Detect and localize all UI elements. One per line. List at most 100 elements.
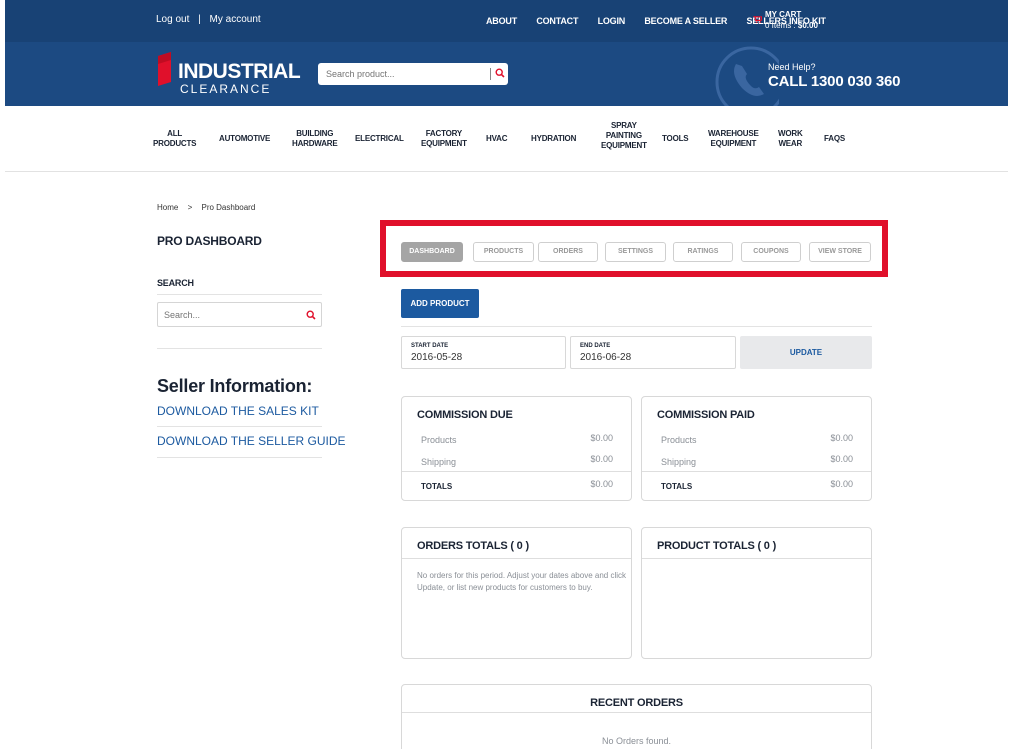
- logo-text-line2: CLEARANCE: [180, 82, 272, 96]
- category-electrical[interactable]: ELECTRICAL: [355, 134, 404, 144]
- category-factory-equipment[interactable]: FACTORY EQUIPMENT: [421, 129, 467, 149]
- category-work-wear[interactable]: WORK WEAR: [778, 129, 803, 149]
- site-logo[interactable]: INDUSTRIAL CLEARANCE: [158, 50, 301, 96]
- sidebar-search: [157, 302, 322, 327]
- top-nav-contact[interactable]: CONTACT: [536, 16, 578, 26]
- top-bar: Log out | My account ABOUT CONTACT LOGIN…: [5, 0, 1008, 42]
- sidebar-search-icon[interactable]: [306, 310, 316, 320]
- product-totals-title: PRODUCT TOTALS ( 0 ): [657, 540, 777, 552]
- top-nav-about[interactable]: ABOUT: [486, 16, 517, 26]
- cart-icon: [753, 16, 762, 23]
- end-date-value: 2016-06-28: [580, 352, 632, 363]
- commission-paid-card: COMMISSION PAID Products $0.00 Shipping …: [641, 396, 872, 501]
- breadcrumb-current: Pro Dashboard: [201, 203, 256, 212]
- start-date-field[interactable]: START DATE 2016-05-28: [401, 336, 566, 369]
- orders-totals-card: ORDERS TOTALS ( 0 ) No orders for this p…: [401, 527, 632, 659]
- recent-orders-empty: No Orders found.: [601, 736, 672, 746]
- category-hydration[interactable]: HYDRATION: [531, 134, 576, 144]
- recent-orders-card: RECENT ORDERS No Orders found.: [401, 684, 872, 749]
- commission-paid-totals-value: $0.00: [830, 479, 853, 489]
- recent-orders-divider: [402, 712, 871, 713]
- logo-mark-icon: [158, 52, 171, 86]
- orders-totals-title: ORDERS TOTALS ( 0 ): [417, 540, 529, 552]
- product-totals-card: PRODUCT TOTALS ( 0 ): [641, 527, 872, 659]
- category-warehouse-equipment[interactable]: WAREHOUSE EQUIPMENT: [708, 129, 759, 149]
- seller-info-title: Seller Information:: [157, 376, 313, 396]
- cart-summary: 0 Items : $0.00: [765, 20, 818, 31]
- top-nav-login[interactable]: LOGIN: [598, 16, 626, 26]
- breadcrumb: Home > Pro Dashboard: [157, 203, 255, 212]
- actions-divider: [401, 326, 872, 327]
- download-seller-guide-link[interactable]: DOWNLOAD THE SELLER GUIDE: [157, 434, 345, 448]
- product-totals-divider: [642, 558, 871, 559]
- update-button[interactable]: UPDATE: [740, 336, 872, 369]
- sidebar-divider: [157, 457, 322, 458]
- cart-title: MY CART: [765, 10, 802, 19]
- sidebar-divider: [157, 294, 322, 295]
- commission-due-totals-value: $0.00: [590, 479, 613, 489]
- category-all-products[interactable]: ALL PRODUCTS: [153, 129, 196, 149]
- start-date-value: 2016-05-28: [411, 352, 463, 363]
- page-title: PRO DASHBOARD: [157, 234, 262, 248]
- commission-paid-shipping-value: $0.00: [830, 454, 853, 464]
- category-faqs[interactable]: FAQS: [824, 134, 845, 144]
- commission-paid-shipping-label: Shipping: [661, 457, 697, 467]
- category-hvac[interactable]: HVAC: [486, 134, 507, 144]
- search-divider: [490, 68, 491, 80]
- commission-due-title: COMMISSION DUE: [417, 409, 513, 421]
- category-building-hardware[interactable]: BUILDING HARDWARE: [292, 129, 338, 149]
- commission-paid-products-label: Products: [661, 435, 697, 445]
- commission-paid-title: COMMISSION PAID: [657, 409, 755, 421]
- orders-totals-divider: [402, 558, 631, 559]
- end-date-field[interactable]: END DATE 2016-06-28: [570, 336, 736, 369]
- tab-settings[interactable]: SETTINGS: [605, 242, 666, 262]
- category-spray-painting-equipment[interactable]: SPRAY PAINTING EQUIPMENT: [601, 121, 647, 151]
- account-separator: |: [198, 14, 201, 25]
- sidebar-search-input[interactable]: [158, 303, 298, 326]
- orders-empty-message: No orders for this period. Adjust your d…: [417, 571, 626, 592]
- commission-paid-products-value: $0.00: [830, 433, 853, 443]
- cart-widget[interactable]: MY CART 0 Items : $0.00: [753, 9, 818, 31]
- download-sales-kit-link[interactable]: DOWNLOAD THE SALES KIT: [157, 404, 319, 418]
- tab-products[interactable]: PRODUCTS: [473, 242, 534, 262]
- commission-due-products-label: Products: [421, 435, 457, 445]
- help-phone[interactable]: CALL 1300 030 360: [768, 73, 900, 90]
- site-header: INDUSTRIAL CLEARANCE Need Help? CALL 130…: [5, 42, 1008, 106]
- tab-coupons[interactable]: COUPONS: [741, 242, 801, 262]
- cart-items: 0 Items :: [765, 21, 798, 30]
- help-contact: Need Help? CALL 1300 030 360: [768, 62, 900, 90]
- recent-orders-title: RECENT ORDERS: [590, 697, 683, 709]
- my-account-link[interactable]: My account: [210, 14, 261, 25]
- commission-due-card: COMMISSION DUE Products $0.00 Shipping $…: [401, 396, 632, 501]
- commission-due-shipping-label: Shipping: [421, 457, 457, 467]
- category-nav: ALL PRODUCTS AUTOMOTIVE BUILDING HARDWARE …: [5, 106, 1008, 172]
- sidebar-divider: [157, 426, 322, 427]
- tab-dashboard[interactable]: DASHBOARD: [401, 242, 463, 262]
- end-date-label: END DATE: [580, 343, 611, 349]
- commission-due-divider: [402, 471, 631, 472]
- search-icon[interactable]: [495, 68, 505, 78]
- tab-ratings[interactable]: RATINGS: [673, 242, 733, 262]
- sidebar-divider: [157, 348, 322, 349]
- add-product-button[interactable]: ADD PRODUCT: [401, 289, 479, 318]
- help-label: Need Help?: [768, 62, 816, 72]
- tab-orders[interactable]: ORDERS: [538, 242, 598, 262]
- commission-due-products-value: $0.00: [590, 433, 613, 443]
- header-search: [318, 63, 508, 85]
- category-tools[interactable]: TOOLS: [662, 134, 689, 144]
- breadcrumb-separator: >: [187, 203, 193, 212]
- cart-total: $0.00: [797, 21, 818, 30]
- sidebar-search-label: SEARCH: [157, 278, 194, 288]
- breadcrumb-home[interactable]: Home: [157, 203, 178, 212]
- start-date-label: START DATE: [411, 343, 449, 349]
- logout-link[interactable]: Log out: [156, 14, 189, 25]
- commission-paid-totals-label: TOTALS: [661, 482, 693, 491]
- top-nav-become-seller[interactable]: BECOME A SELLER: [644, 16, 727, 26]
- commission-paid-divider: [642, 471, 871, 472]
- category-automotive[interactable]: AUTOMOTIVE: [219, 134, 270, 144]
- dashboard-tabs-highlight: DASHBOARD PRODUCTS ORDERS SETTINGS RATIN…: [380, 220, 888, 277]
- header-search-input[interactable]: [318, 63, 486, 85]
- commission-due-shipping-value: $0.00: [590, 454, 613, 464]
- tab-view-store[interactable]: VIEW STORE: [809, 242, 871, 262]
- commission-due-totals-label: TOTALS: [421, 482, 453, 491]
